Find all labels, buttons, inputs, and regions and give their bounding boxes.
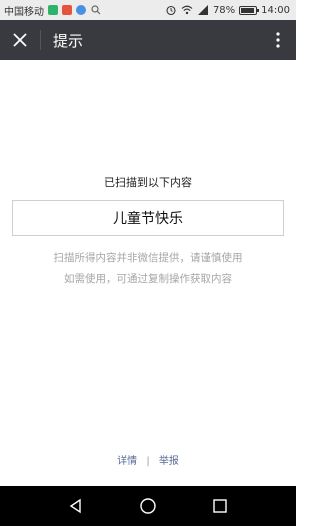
search-icon xyxy=(91,5,101,15)
more-options-button[interactable] xyxy=(260,20,296,60)
navigation-bar xyxy=(0,486,296,526)
close-button[interactable] xyxy=(0,20,40,60)
home-circle-icon xyxy=(140,498,156,514)
page-title: 提示 xyxy=(53,31,84,50)
battery-icon xyxy=(239,5,260,15)
scan-notice: 扫描所得内容并非微信提供，请谨慎使用 如需使用，可通过复制操作获取内容 xyxy=(0,248,296,290)
status-left: 中国移动 xyxy=(4,3,102,18)
main-content: 已扫描到以下内容 儿童节快乐 扫描所得内容并非微信提供，请谨慎使用 如需使用，可… xyxy=(0,60,296,486)
scan-result-text[interactable]: 儿童节快乐 xyxy=(113,208,183,228)
weibo-app-icon xyxy=(62,5,72,15)
wifi-icon xyxy=(181,5,193,15)
notice-line-1: 扫描所得内容并非微信提供，请谨慎使用 xyxy=(53,252,243,264)
more-vertical-icon xyxy=(276,32,280,48)
status-right: 78% 14:00 xyxy=(165,4,290,16)
battery-percent: 78% xyxy=(212,4,236,16)
status-time: 14:00 xyxy=(261,4,290,16)
recents-square-icon xyxy=(213,499,227,513)
video-app-icon xyxy=(48,5,58,15)
signal-icon xyxy=(197,5,208,15)
close-icon xyxy=(13,33,27,47)
alarm-icon xyxy=(166,5,176,16)
back-triangle-icon xyxy=(69,498,81,514)
footer-separator: | xyxy=(146,456,150,467)
back-button[interactable] xyxy=(62,492,90,520)
carrier-name: 中国移动 xyxy=(4,6,44,18)
recents-button[interactable] xyxy=(206,492,234,520)
title-divider xyxy=(40,30,41,50)
footer-links: 详情 | 举报 xyxy=(0,452,296,467)
k-app-icon xyxy=(76,5,86,15)
report-link[interactable]: 举报 xyxy=(159,456,179,467)
details-link[interactable]: 详情 xyxy=(117,456,137,467)
scan-heading: 已扫描到以下内容 xyxy=(104,176,192,189)
home-button[interactable] xyxy=(134,492,162,520)
title-bar: 提示 xyxy=(0,20,296,60)
scan-result-box[interactable]: 儿童节快乐 xyxy=(12,200,284,236)
notice-line-2: 如需使用，可通过复制操作获取内容 xyxy=(64,273,232,285)
status-bar: 中国移动 78% 14:00 xyxy=(0,0,296,20)
